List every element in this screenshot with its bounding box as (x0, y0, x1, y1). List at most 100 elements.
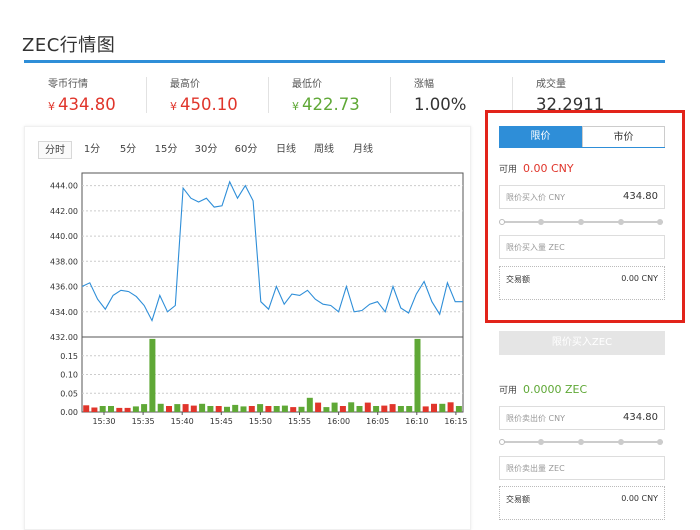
volume-bar (132, 406, 139, 412)
price-line (81, 180, 463, 323)
stat-high: 最高价 ¥450.10 (170, 75, 238, 115)
buy-price-input[interactable]: 限价买入价 CNY 434.80 (499, 185, 665, 209)
divider (146, 77, 147, 113)
volume-bar (174, 404, 181, 412)
slider-stop[interactable] (618, 439, 624, 445)
volume-bar (240, 406, 247, 412)
volume-bar (265, 406, 272, 412)
x-tick-label: 15:45 (210, 417, 233, 426)
slider-handle[interactable] (499, 219, 505, 225)
volume-bar (281, 405, 288, 412)
field-placeholder: 限价卖出价 CNY (506, 414, 565, 423)
divider (512, 77, 513, 113)
total-label: 交易额 (506, 495, 530, 504)
x-tick-label: 15:35 (132, 417, 155, 426)
volume-bar (455, 406, 462, 412)
x-tick-label: 15:55 (288, 417, 311, 426)
volume-tick-label: 0.00 (60, 408, 78, 417)
volume-bar (422, 406, 429, 412)
volume-bar (348, 402, 355, 413)
volume-bar (182, 404, 189, 412)
price-volume-chart: 444.00 442.00 440.00 438.00 436.00 434.00 432.… (50, 172, 467, 426)
volume-bar (381, 405, 388, 412)
volume-bar (331, 402, 338, 412)
order-type-tabs: 限价 市价 (499, 126, 665, 148)
buy-percentage-slider[interactable] (499, 218, 665, 226)
available-label: 可用 (499, 165, 518, 175)
price-tick-label: 436.00 (50, 283, 78, 292)
slider-handle[interactable] (499, 439, 505, 445)
volume-bar (339, 406, 346, 412)
stat-value: 1.00% (414, 95, 467, 114)
sell-price-input[interactable]: 限价卖出价 CNY 434.80 (499, 406, 665, 430)
price-tick-label: 444.00 (50, 182, 78, 191)
buy-amount-input[interactable]: 限价买入量 ZEC (499, 235, 665, 259)
volume-bar (298, 406, 305, 413)
price-tick-label: 438.00 (50, 257, 78, 266)
slider-stop[interactable] (538, 439, 544, 445)
slider-stop[interactable] (578, 219, 584, 225)
page-title: ZEC行情图 (22, 35, 116, 56)
sell-amount-input[interactable]: 限价卖出量 ZEC (499, 456, 665, 480)
volume-bar (207, 406, 214, 412)
volume-bar (364, 402, 371, 412)
volume-bar (83, 405, 90, 413)
sell-percentage-slider[interactable] (499, 438, 665, 446)
volume-bar (439, 403, 446, 413)
stat-label: 最高价 (170, 79, 200, 90)
volume-bar (447, 402, 454, 413)
volume-bar (157, 403, 164, 413)
tab-limit-order[interactable]: 限价 (499, 126, 582, 147)
sell-total: 交易额 0.00 CNY (499, 486, 665, 520)
slider-stop[interactable] (538, 219, 544, 225)
stat-volume: 成交量 32.2911 (536, 75, 604, 115)
volume-bar (273, 406, 280, 412)
volume-bar (124, 407, 131, 412)
volume-bar (356, 406, 363, 412)
volume-bar (257, 404, 264, 412)
volume-bar (166, 406, 172, 412)
price-tick-label: 434.00 (50, 308, 78, 317)
stat-low: 最低价 ¥422.73 (292, 75, 360, 115)
stat-value: ¥434.80 (48, 95, 116, 114)
total-value: 0.00 CNY (621, 274, 658, 283)
volume-bar (232, 404, 239, 412)
field-value: 434.80 (623, 191, 658, 202)
x-tick-label: 16:05 (366, 417, 389, 426)
volume-tick-label: 0.15 (60, 352, 78, 361)
volume-bar (290, 407, 297, 412)
volume-bar (116, 407, 123, 412)
x-tick-label: 15:30 (92, 417, 115, 426)
divider (268, 77, 269, 113)
volume-bar (414, 338, 421, 412)
volume-bar (141, 404, 148, 412)
volume-bar (199, 403, 206, 413)
volume-bar (306, 397, 313, 413)
available-label: 可用 (499, 386, 518, 396)
tab-market-order[interactable]: 市价 (582, 126, 665, 147)
volume-bar (397, 406, 404, 412)
volume-tick-label: 0.05 (60, 389, 78, 398)
stat-value: ¥450.10 (170, 95, 238, 114)
sell-available: 可用 0.0000 ZEC (499, 383, 587, 396)
buy-submit-button[interactable]: 限价买入ZEC (499, 331, 665, 355)
volume-bar (224, 406, 230, 413)
stat-label: 最低价 (292, 79, 322, 90)
slider-stop[interactable] (618, 219, 624, 225)
price-tick-label: 432.00 (50, 333, 78, 342)
x-tick-label: 16:00 (327, 417, 350, 426)
price-tick-label: 440.00 (50, 232, 78, 241)
stat-change: 涨幅 1.00% (414, 75, 466, 115)
field-value: 434.80 (623, 412, 658, 423)
field-placeholder: 限价卖出量 ZEC (506, 464, 565, 473)
volume-tick-label: 0.10 (60, 371, 78, 380)
price-tick-label: 442.00 (50, 207, 78, 216)
volume-bar (215, 406, 222, 412)
volume-bar (389, 404, 396, 412)
slider-stop[interactable] (657, 219, 663, 225)
volume-bar (248, 406, 255, 412)
slider-stop[interactable] (578, 439, 584, 445)
slider-stop[interactable] (657, 439, 663, 445)
volume-bar (108, 406, 114, 412)
volume-bar (431, 403, 437, 413)
